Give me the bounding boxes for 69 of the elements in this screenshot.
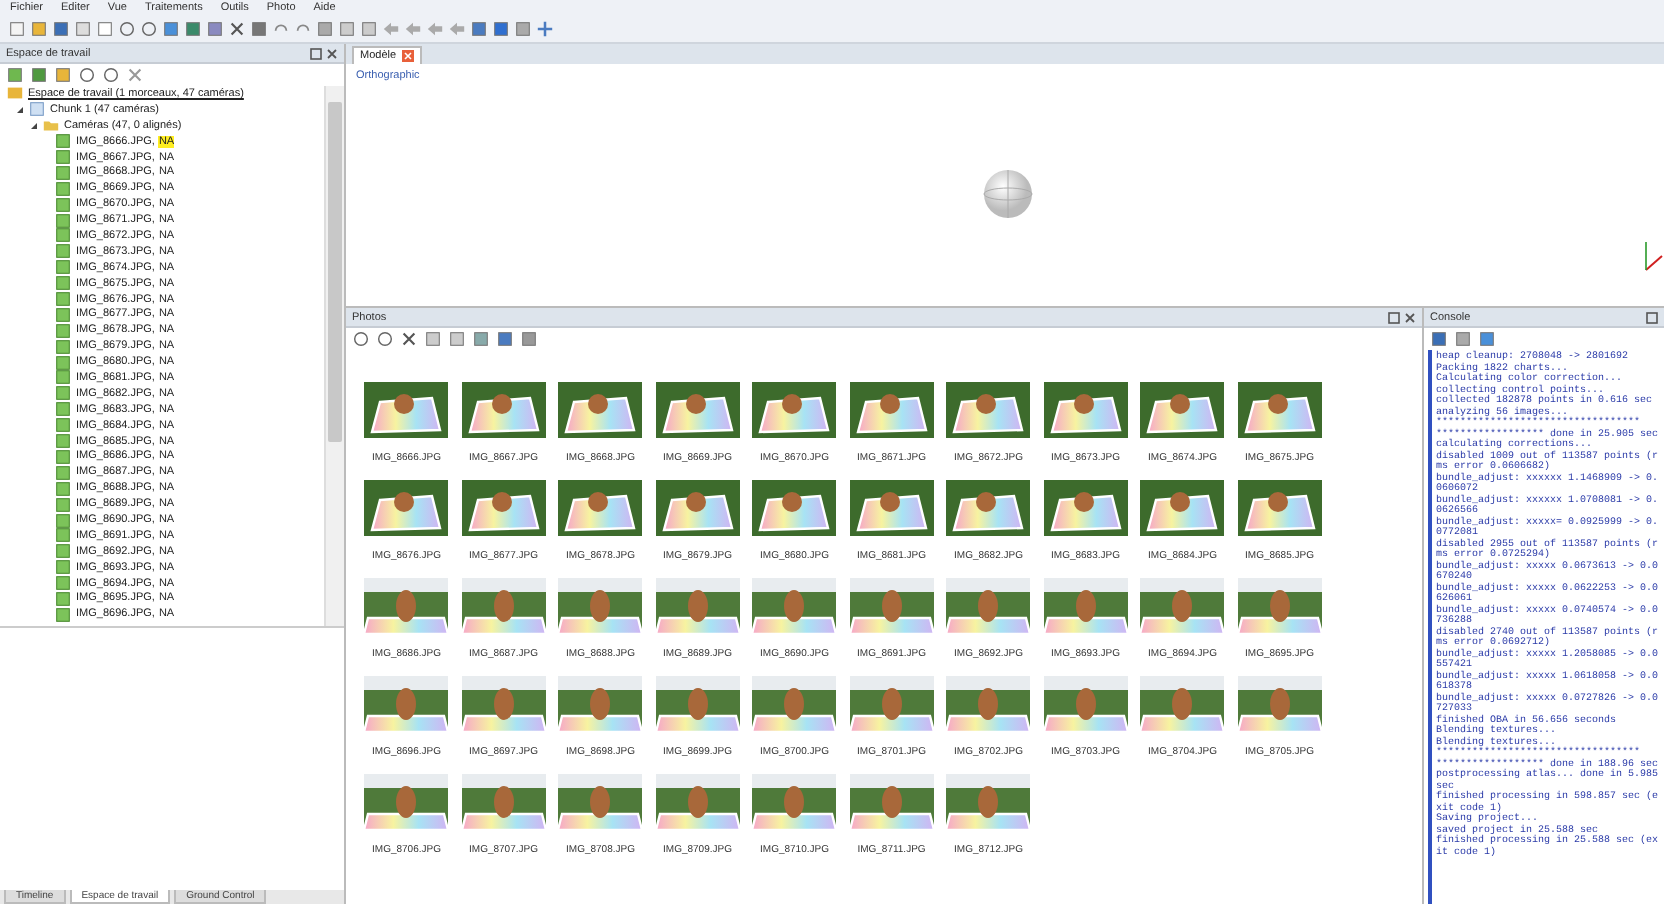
float-icon[interactable] [1388,311,1400,323]
photo-thumbnail[interactable] [655,676,740,732]
float-icon[interactable] [310,47,322,59]
photo-thumbnail[interactable] [461,578,546,634]
circle-icon[interactable] [140,20,158,38]
photo-thumbnail[interactable] [655,382,740,438]
circle-icon[interactable] [118,20,136,38]
circle-icon[interactable] [78,66,96,84]
circle-icon[interactable] [376,330,394,348]
photo-thumbnail[interactable] [752,578,837,634]
photo-thumbnail[interactable] [461,774,546,830]
photo-thumbnail[interactable] [1043,676,1128,732]
photo-thumbnail[interactable] [752,774,837,830]
photo-thumbnail[interactable] [752,382,837,438]
photo-thumbnail[interactable] [655,774,740,830]
photo-thumbnail[interactable] [1140,676,1225,732]
photo-thumbnail[interactable] [1043,578,1128,634]
trackball-drawing[interactable] [982,168,1034,220]
photo-thumbnail[interactable] [558,382,643,438]
close-icon[interactable] [1404,311,1416,323]
collapse-icon[interactable] [16,105,24,114]
scrollbar-thumb[interactable] [328,102,342,442]
circle-icon[interactable] [102,66,120,84]
photo-thumbnail[interactable] [364,382,449,438]
photo-thumbnail[interactable] [1043,382,1128,438]
photo-thumbnail[interactable] [655,578,740,634]
photo-thumbnail[interactable] [1237,382,1322,438]
workspace-icon [6,86,24,103]
rectangle-icon[interactable] [96,20,114,38]
photo-thumbnail[interactable] [655,480,740,536]
photo-thumbnail[interactable] [1237,480,1322,536]
photo-thumbnail[interactable] [461,382,546,438]
photo-thumbnail[interactable] [1237,676,1322,732]
axis-drawing [1644,240,1664,272]
photo-thumbnail[interactable] [946,676,1031,732]
photo-thumbnail[interactable] [946,578,1031,634]
delete-icon[interactable] [228,20,246,38]
photo-thumbnail[interactable] [946,480,1031,536]
photo-thumbnail[interactable] [1043,480,1128,536]
photo-thumbnail[interactable] [849,578,934,634]
photo-thumbnail[interactable] [364,676,449,732]
photo-thumbnail[interactable] [1140,480,1225,536]
photo-thumbnail[interactable] [364,578,449,634]
photo-thumbnail[interactable] [1140,578,1225,634]
photo-thumbnail[interactable] [461,480,546,536]
photo-thumbnail[interactable] [752,480,837,536]
photo-thumbnail[interactable] [558,578,643,634]
close-icon[interactable] [326,47,338,59]
delete-icon[interactable] [400,330,418,348]
photo-thumbnail[interactable] [558,774,643,830]
photo-thumbnail[interactable] [752,676,837,732]
photo-thumbnail[interactable] [558,480,643,536]
photo-thumbnail[interactable] [364,774,449,830]
photo-thumbnail[interactable] [849,774,934,830]
photo-thumbnail[interactable] [946,382,1031,438]
photo-thumbnail[interactable] [558,676,643,732]
photo-thumbnail[interactable] [461,676,546,732]
photo-thumbnail[interactable] [849,676,934,732]
photo-thumbnail[interactable] [849,480,934,536]
circle-icon[interactable] [352,330,370,348]
float-icon[interactable] [1646,311,1658,323]
photo-thumbnail[interactable] [364,480,449,536]
photo-thumbnail[interactable] [849,382,934,438]
chunk-icon [28,100,46,119]
crosshair-icon[interactable] [536,20,554,38]
photo-thumbnail[interactable] [1237,578,1322,634]
photo-thumbnail[interactable] [946,774,1031,830]
collapse-icon[interactable] [30,121,38,130]
photo-thumbnail[interactable] [1140,382,1225,438]
